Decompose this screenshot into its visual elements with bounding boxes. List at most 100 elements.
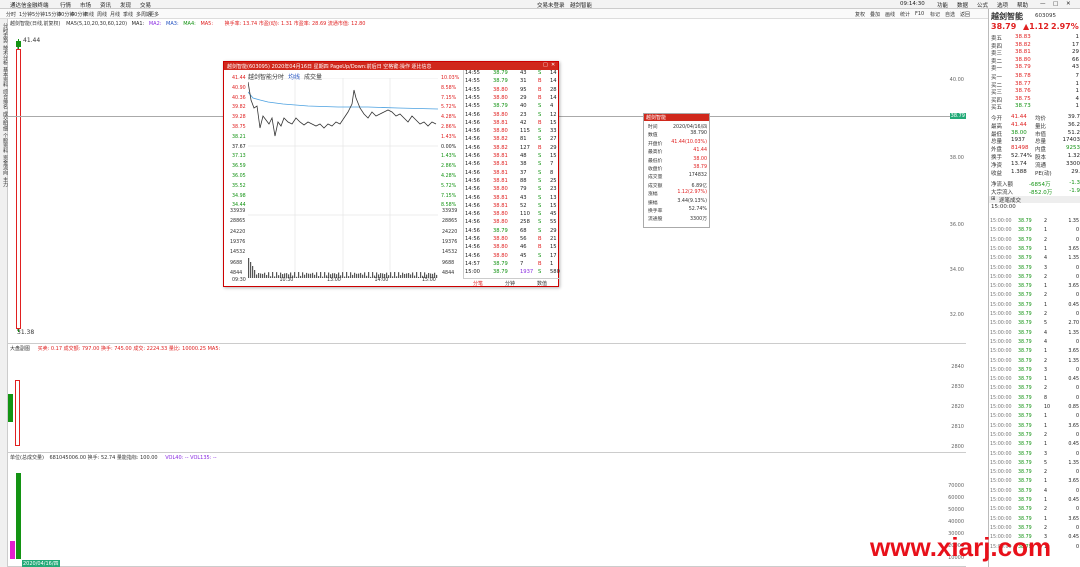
change-pct: 2.97%	[1051, 22, 1079, 31]
period-tab[interactable]: 更多	[149, 11, 159, 18]
deal-row: 15:00:00 38.79 3 0	[988, 266, 1080, 272]
deal-row: 15:00:00 38.79 8 0	[988, 396, 1080, 402]
tick-cell: 580	[550, 269, 560, 276]
popup-tab-ticks[interactable]: 分笔	[473, 280, 483, 287]
volume-bar	[402, 272, 404, 278]
deal-volume: 2	[1044, 507, 1048, 513]
tick-cell: 38.81	[493, 169, 508, 176]
stat-label: 今开	[991, 116, 1003, 122]
info-value: 6.89亿	[691, 183, 707, 189]
deal-time: 15:00:00	[990, 405, 1012, 410]
period-tab[interactable]: 日线	[84, 11, 94, 18]
left-nav-item[interactable]: 主力	[1, 177, 8, 187]
tick-cell: S	[538, 177, 542, 184]
volume-bar	[414, 275, 416, 278]
toolbar-right-btn[interactable]: F10	[915, 11, 924, 17]
volume-bar	[320, 272, 322, 278]
period-tab[interactable]: 分时	[6, 11, 16, 18]
popup-tab-values[interactable]: 数值	[537, 280, 547, 287]
tick-cell: S	[538, 194, 542, 201]
popup-restore-icon[interactable]: □	[543, 62, 548, 68]
bid-row: 买五 38.73 1	[989, 103, 1080, 111]
tick-cell: 17	[550, 252, 557, 259]
toolbar-right-btn[interactable]: 标记	[930, 11, 940, 18]
toolbar-right-btn[interactable]: 叠加	[870, 11, 880, 18]
tick-cell: 56	[520, 236, 527, 242]
expand-icon[interactable]: ⊞	[991, 196, 996, 202]
tick-cell: 38.80	[493, 211, 508, 218]
tick-row: 14:56 38.81 52 S 15	[464, 203, 560, 209]
period-tab[interactable]: 5分钟	[32, 11, 45, 18]
left-nav-item[interactable]: 综合排名	[1, 89, 8, 109]
period-tab[interactable]: 月线	[110, 11, 120, 18]
deal-time: 15:00:00	[990, 507, 1012, 513]
tick-cell: 14:55	[465, 70, 480, 76]
volume-values: 681045006.00 换手: 52.74 量能指标: 100.00	[49, 455, 158, 461]
popup-close-icon[interactable]: ✕	[551, 62, 555, 68]
maximize-icon[interactable]: □	[1053, 1, 1058, 7]
volume-title: 单位(总成交量)	[10, 455, 44, 461]
login-status[interactable]: 交易未登录	[537, 1, 565, 9]
menu-options[interactable]: 选项	[997, 1, 1008, 9]
index-values: 买卖: 0.17 成交额: 797.00 换手: 745.00 成交: 2224…	[37, 346, 221, 352]
toolbar-right-btn[interactable]: 返回	[960, 11, 970, 18]
volume-bar	[318, 276, 320, 278]
tick-cell: 14:56	[465, 236, 480, 242]
index-subchart[interactable]: 大盘副图 买卖: 0.17 成交额: 797.00 换手: 745.00 成交:…	[8, 344, 966, 453]
deal-price: 38.79	[1018, 377, 1032, 383]
left-nav-item[interactable]: 技术分析	[1, 45, 8, 65]
watermark: www.xiarj.com	[870, 532, 1052, 562]
deal-price: 38.79	[1018, 405, 1032, 410]
left-nav-item[interactable]: 成交明细	[1, 111, 8, 131]
period-tab[interactable]: 周线	[97, 11, 107, 18]
deal-time: 15:00:00	[990, 488, 1012, 494]
period-tab[interactable]: 季线	[123, 11, 133, 18]
menu-discover[interactable]: 发现	[120, 1, 131, 9]
period-tab[interactable]: 1分钟	[19, 11, 32, 18]
tick-cell: S	[538, 211, 542, 218]
stat-label: 最高	[991, 123, 1003, 130]
deal-volume: 2	[1044, 358, 1048, 364]
menu-function[interactable]: 功能	[937, 1, 948, 9]
deal-header[interactable]: ⊞ 逐笔成交	[989, 196, 1080, 204]
volume-title-row: 单位(总成交量) 681045006.00 换手: 52.74 量能指标: 10…	[10, 454, 217, 461]
popup-pct-tick: 7.15%	[441, 193, 457, 199]
minimize-icon[interactable]: —	[1040, 1, 1046, 7]
volume-bar	[304, 274, 306, 278]
tick-cell: 15	[550, 202, 557, 209]
intraday-popup[interactable]: 越剑智能(603095) 2020年04月16日 星期四 PageUp/Down…	[223, 61, 560, 287]
menu-market[interactable]: 市场	[80, 1, 91, 9]
ask-volume: 1	[1075, 34, 1080, 40]
toolbar-right-btn[interactable]: 统计	[900, 11, 910, 18]
deal-row: 15:00:00 38.79 1 0.45	[988, 442, 1080, 448]
popup-tab-minutes[interactable]: 分钟	[505, 280, 515, 287]
menu-help[interactable]: 帮助	[1017, 1, 1028, 9]
menu-news[interactable]: 资讯	[100, 1, 111, 9]
menu-quotes[interactable]: 行情	[60, 1, 71, 9]
close-icon[interactable]: ✕	[1066, 1, 1071, 7]
popup-pct-tick: 8.58%	[441, 203, 457, 209]
deal-time: 15:00:00	[990, 237, 1012, 243]
menu-trade[interactable]: 交易	[140, 1, 151, 9]
toolbar-right-btn[interactable]: 自选	[945, 11, 955, 18]
tick-cell: 23	[550, 186, 557, 193]
popup-header[interactable]: 越剑智能(603095) 2020年04月16日 星期四 PageUp/Down…	[224, 62, 558, 70]
popup-vol-tick: 14532	[230, 250, 246, 256]
volume-bar	[306, 272, 308, 278]
menu-formula[interactable]: 公式	[977, 1, 988, 9]
tick-cell: B	[538, 144, 542, 151]
toolbar-right-btn[interactable]: 复权	[855, 11, 865, 18]
toolbar-right-btn[interactable]: 画线	[885, 11, 895, 18]
left-nav-item[interactable]: 资金流向	[1, 155, 8, 175]
left-nav-item[interactable]: 个股资料	[1, 133, 8, 153]
deal-price: 38.79	[1018, 414, 1032, 420]
stat-row: 最高 41.44 量比 36.2	[989, 122, 1080, 130]
menu-data[interactable]: 数据	[957, 1, 968, 9]
deal-price: 38.79	[1018, 507, 1032, 513]
left-nav-item[interactable]: 分时走势	[1, 23, 8, 43]
left-nav-item[interactable]: 基本资料	[1, 67, 8, 87]
volume-subchart[interactable]: 单位(总成交量) 681045006.00 换手: 52.74 量能指标: 10…	[8, 453, 966, 567]
info-value: 174832	[688, 173, 707, 179]
tick-list[interactable]: 14:55 38.79 43 S 14 14:55 38.79 31 B 14 14:55 38.80…	[463, 70, 560, 278]
volume-bar	[302, 272, 304, 278]
